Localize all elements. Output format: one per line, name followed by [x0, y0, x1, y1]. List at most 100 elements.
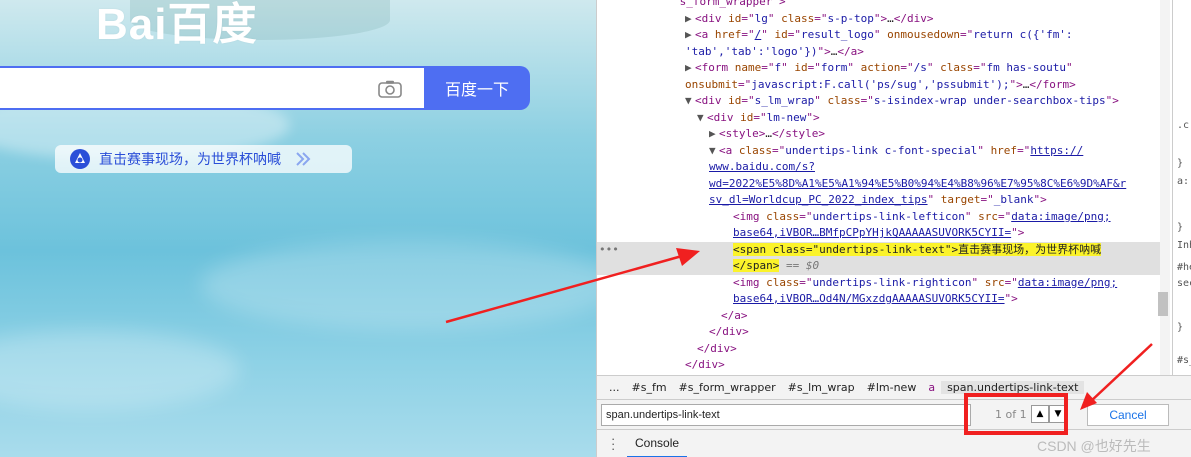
dom-token: </div> — [697, 341, 737, 355]
dom-token: <div — [695, 11, 729, 25]
dom-token: … — [887, 11, 894, 25]
dom-node-line[interactable]: <img class="undertips-link-lefticon" src… — [597, 209, 1160, 226]
dom-node-line[interactable]: base64,iVBOR…BMfpCPpYHjkQAAAAASUVORK5CYI… — [597, 225, 1160, 242]
dom-token: <div — [695, 94, 729, 107]
dom-token: href — [990, 143, 1018, 157]
dom-token: =" — [761, 61, 775, 74]
dom-node-line[interactable]: 'tab','tab':'logo'})">…</a> — [597, 44, 1160, 61]
dom-node-line[interactable]: ▶ <div id="lg" class="s-p-top">…</div> — [597, 11, 1160, 28]
search-input[interactable] — [0, 66, 428, 110]
dom-token: form — [820, 61, 848, 74]
baidu-page: Bai百度 百度一下 直击赛事现场，为世界杯呐喊 — [0, 0, 596, 457]
dom-token: " — [927, 193, 941, 206]
annotation-box — [964, 393, 1068, 435]
cancel-button[interactable]: Cancel — [1087, 404, 1169, 426]
dom-node-line[interactable]: </a> — [597, 308, 1160, 325]
double-chevron-right-icon — [296, 152, 311, 166]
find-input[interactable]: span.undertips-link-text — [601, 404, 971, 426]
style-rule-fragment: Inh — [1177, 240, 1191, 251]
breadcrumb-item[interactable]: #s_lm_wrap — [782, 381, 861, 394]
dom-node-line[interactable]: ▶ <style>…</style> — [597, 126, 1160, 143]
dom-token: id — [794, 61, 808, 74]
tab-console[interactable]: Console — [627, 430, 688, 457]
dom-node-line[interactable]: </div> — [597, 357, 1160, 374]
dom-token: " — [977, 143, 991, 157]
background-mist — [0, 330, 240, 410]
dom-token: data:image/png; — [1017, 275, 1118, 289]
worldcup-trophy-icon — [70, 149, 90, 169]
find-bar: span.undertips-link-text 1 of 1 ▲ ▼ Canc… — [597, 399, 1191, 429]
dom-token: class — [781, 11, 815, 25]
dom-token: /s — [913, 61, 927, 74]
baidu-logo[interactable]: Bai百度 — [96, 0, 257, 52]
style-rule-fragment: sec — [1177, 278, 1191, 289]
dom-node-line[interactable]: base64,iVBOR…Od4N/MGxzdgAAAAASUVORK5CYII… — [597, 291, 1160, 308]
dom-node-line[interactable]: </div> — [597, 341, 1160, 358]
expand-toggle-icon[interactable]: ▼ — [685, 93, 695, 110]
dom-node-line[interactable]: ▶ <a href="/" id="result_logo" onmousedow… — [597, 27, 1160, 44]
search-button[interactable]: 百度一下 — [424, 66, 530, 110]
dom-node-line[interactable]: "s_form_wrapper"> — [597, 0, 1160, 11]
dom-node-line[interactable]: www.baidu.com/s? — [597, 159, 1160, 176]
styles-pane: .c} a:} Inh #he sec} #s_ — [1172, 0, 1191, 375]
breadcrumb-item[interactable]: a — [922, 381, 941, 394]
dom-token: =" — [807, 61, 821, 74]
dom-node-line[interactable]: ▼ <div id="s_lm_wrap" class="s-isindex-wr… — [597, 93, 1160, 110]
dom-node-line[interactable]: </span> == $0 — [597, 258, 1160, 275]
dom-node-line[interactable]: ▼ <div id="lm-new"> — [597, 110, 1160, 127]
dom-token: =" — [1004, 275, 1018, 289]
elements-tree[interactable]: "s_form_wrapper"> ▶ <div id="lg" class="s-… — [597, 0, 1160, 375]
dom-token: =" — [997, 209, 1012, 223]
dom-token: action — [860, 61, 901, 74]
dom-node-line[interactable]: onsubmit="javascript:F.call('ps/sug','ps… — [597, 77, 1160, 94]
dom-token: =" — [1017, 143, 1031, 157]
dom-token: www.baidu.com/s? — [709, 160, 815, 173]
dom-token: undertips-link-lefticon — [812, 209, 965, 223]
undertips-link-text[interactable]: 直击赛事现场，为世界杯呐喊 — [99, 149, 281, 169]
dom-node-line[interactable]: sv_dl=Worldcup_PC_2022_index_tips" targe… — [597, 192, 1160, 209]
camera-icon[interactable] — [378, 80, 402, 98]
dom-token: class — [766, 209, 800, 223]
dom-token: " — [1065, 61, 1073, 74]
expand-toggle-icon[interactable]: ▼ — [709, 143, 719, 160]
dom-node-line[interactable]: ▼ <a class="undertips-link c-font-special… — [597, 143, 1160, 160]
dom-token: s-isindex-wrap under-searchbox-tips — [873, 94, 1106, 107]
expand-toggle-icon[interactable]: ▶ — [685, 60, 695, 77]
breadcrumb-item[interactable]: #s_form_wrapper — [673, 381, 782, 394]
scrollbar-track[interactable] — [1160, 0, 1170, 375]
dom-node-line[interactable]: <span class="undertips-link-text">直击赛事现场… — [597, 241, 1160, 258]
undertips-link[interactable]: 直击赛事现场，为世界杯呐喊 — [55, 145, 352, 173]
style-rule-fragment: #he — [1177, 262, 1191, 273]
style-rule-fragment: } — [1177, 222, 1184, 233]
dom-token: "> — [873, 11, 888, 25]
dom-token: =" — [787, 28, 801, 41]
dom-token: " — [767, 11, 782, 25]
more-icon[interactable]: · · · — [611, 432, 615, 455]
breadcrumb: ... #s_fm #s_form_wrapper #s_lm_wrap #lm-new… — [597, 375, 1191, 399]
dom-token: "> — [1009, 77, 1023, 91]
breadcrumb-item[interactable]: ... — [603, 381, 626, 394]
dom-node-line[interactable]: </div> — [597, 324, 1160, 341]
dom-token: " — [926, 61, 941, 74]
breadcrumb-item[interactable]: #lm-new — [861, 381, 923, 394]
breadcrumb-item[interactable]: #s_fm — [626, 381, 673, 394]
dom-token: fm has-soutu — [986, 61, 1066, 74]
dom-token: base64,iVBOR…BMfpCPpYHjkQAAAAASUVORK5CYI… — [733, 226, 1012, 239]
dom-node-line[interactable]: ▶ <form name="f" id="form" action="/s" cl… — [597, 60, 1160, 77]
expand-toggle-icon[interactable]: ▶ — [709, 126, 719, 143]
node-menu-icon[interactable]: ••• — [599, 243, 619, 256]
dom-token: " — [964, 209, 979, 223]
dom-token: =" — [753, 110, 767, 124]
dom-token: base64,iVBOR…Od4N/MGxzdgAAAAASUVORK5CYII… — [733, 292, 1005, 305]
style-rule-fragment: #s_ — [1177, 355, 1191, 366]
dom-token: </form> — [1029, 77, 1076, 91]
dom-node-line[interactable]: wd=2022%E5%8D%A1%E5%A1%94%E5%B0%94%E4%B8… — [597, 176, 1160, 193]
dom-token: s-p-top — [827, 11, 874, 25]
expand-toggle-icon[interactable]: ▶ — [685, 27, 695, 44]
dom-node-line[interactable]: <img class="undertips-link-righticon" sr… — [597, 275, 1160, 292]
scrollbar-thumb[interactable] — [1158, 292, 1168, 316]
dom-token: id — [728, 94, 742, 107]
dom-token: s_lm_wrap — [754, 94, 815, 107]
expand-toggle-icon[interactable]: ▶ — [685, 11, 695, 28]
expand-toggle-icon[interactable]: ▼ — [697, 110, 707, 127]
